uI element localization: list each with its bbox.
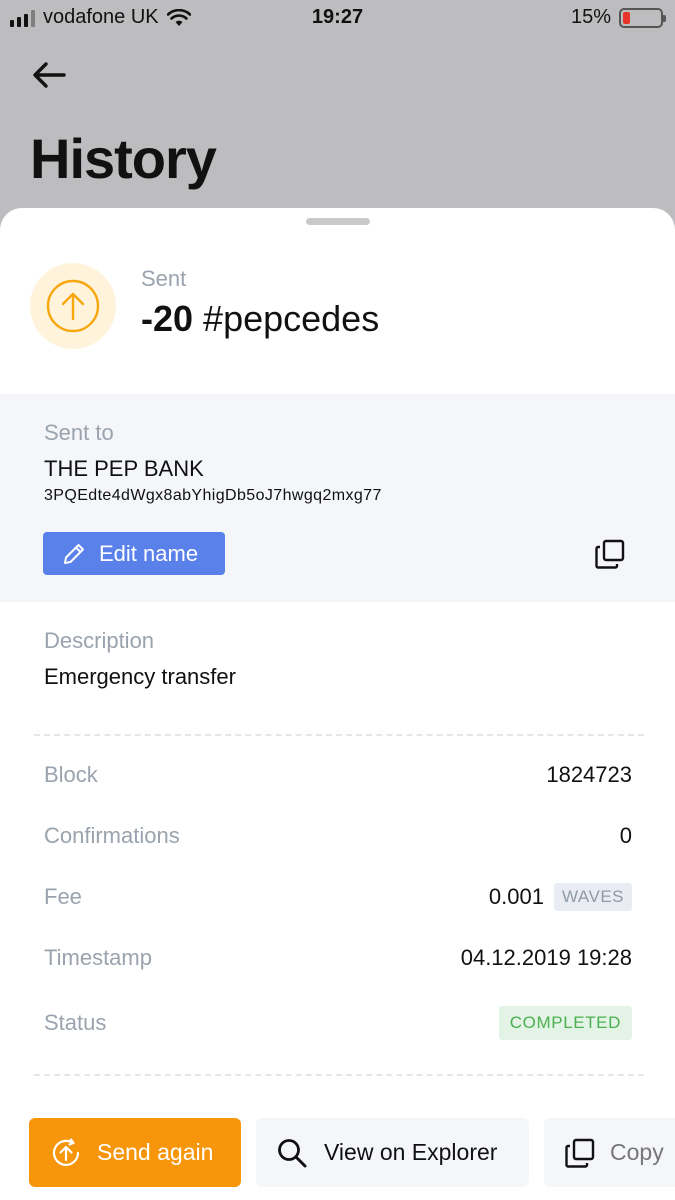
pencil-icon [64,543,84,564]
battery-percent: 15% [570,6,611,28]
fee-asset-badge: WAVES [553,883,632,911]
detail-label: Fee [44,884,82,909]
timestamp-value: 04.12.2019 19:28 [460,945,632,970]
description-label: Description [44,628,155,653]
send-again-label: Send again [97,1139,214,1165]
copy-button[interactable]: Copy [544,1118,675,1187]
copy-icon [565,1138,595,1168]
detail-label: Status [44,1010,107,1035]
copy-label: Copy [610,1139,664,1165]
page-title: History [30,127,217,190]
detail-row-fee: Fee 0.001 WAVES [44,877,632,917]
arrow-up-circle-icon [30,263,116,349]
detail-label: Block [44,762,98,787]
view-on-explorer-button[interactable]: View on Explorer [256,1118,529,1187]
detail-row-block: Block 1824723 [44,755,632,795]
battery-icon [619,7,666,28]
resend-arrow-icon [52,1137,80,1166]
transaction-type: Sent [141,266,187,291]
recipient-address: 3PQEdte4dWgx8abYhigDb5oJ7hwgq2mxg77 [44,487,382,504]
amount-value: -20 [141,298,194,339]
view-on-explorer-label: View on Explorer [324,1139,498,1165]
edit-name-label: Edit name [99,540,199,566]
transaction-detail-sheet: Sent -20 #pepcedes Sent to THE PEP BANK … [0,208,675,1200]
send-again-button[interactable]: Send again [29,1118,241,1187]
status-bar: vodafone UK 19:27 15% [0,0,675,38]
block-value: 1824723 [546,762,632,787]
fee-value-group: 0.001 WAVES [489,883,632,911]
detail-row-status: Status COMPLETED [44,1003,632,1043]
detail-label: Timestamp [44,945,152,970]
transaction-header: Sent -20 #pepcedes [0,208,675,394]
battery-group: 15% [570,6,666,29]
search-icon [278,1138,307,1167]
divider [34,734,644,736]
back-arrow-icon[interactable] [30,56,70,94]
action-bar: Send again View on Explorer Copy [0,1118,675,1188]
status-badge: COMPLETED [498,1006,632,1040]
copy-address-icon[interactable] [594,538,626,570]
detail-label: Confirmations [44,823,180,848]
detail-row-timestamp: Timestamp 04.12.2019 19:28 [44,938,632,978]
recipient-label: Sent to [44,420,114,445]
edit-name-button[interactable]: Edit name [43,532,225,575]
divider [34,1074,644,1076]
transaction-amount: -20 #pepcedes [141,298,379,340]
fee-value: 0.001 [488,884,544,909]
asset-name: #pepcedes [203,298,380,339]
confirmations-value: 0 [619,823,632,848]
recipient-name: THE PEP BANK [44,456,204,481]
detail-row-confirmations: Confirmations 0 [44,816,632,856]
description-value: Emergency transfer [44,664,236,689]
